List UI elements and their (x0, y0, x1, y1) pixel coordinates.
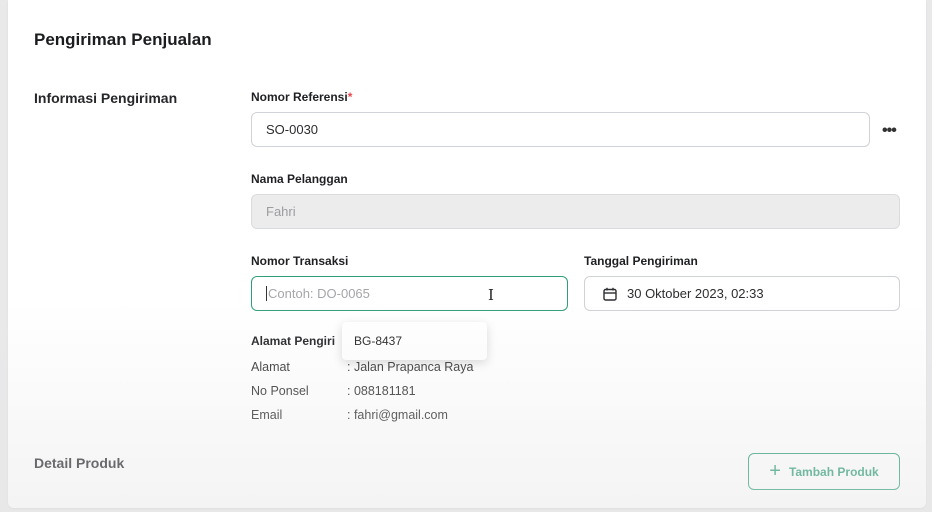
email-row: Email : fahri@gmail.com (251, 408, 448, 422)
text-caret (266, 286, 267, 301)
ship-date-value: 30 Oktober 2023, 02:33 (627, 286, 764, 301)
plus-icon: + (769, 459, 781, 482)
address-value: : Jalan Prapanca Raya (347, 360, 474, 374)
section-shipping-info: Informasi Pengiriman (34, 90, 178, 106)
customer-value: Fahri (266, 204, 296, 219)
phone-value: : 088181181 (347, 384, 416, 398)
reference-label: Nomor Referensi* (251, 90, 353, 104)
calendar-icon (603, 287, 617, 301)
more-horizontal-icon[interactable]: ••• (882, 122, 897, 140)
customer-label: Nama Pelanggan (251, 172, 348, 186)
transaction-input[interactable]: Contoh: DO-0065 (251, 276, 568, 311)
phone-row: No Ponsel : 088181181 (251, 384, 416, 398)
transaction-suggestion-option[interactable]: BG-8437 (342, 322, 487, 360)
address-key: Alamat (251, 360, 290, 374)
transaction-label: Nomor Transaksi (251, 254, 349, 268)
phone-key: No Ponsel (251, 384, 309, 398)
text-cursor-icon: I (488, 286, 494, 304)
add-product-label: Tambah Produk (788, 464, 879, 479)
section-product-detail: Detail Produk (34, 455, 125, 471)
page-title: Pengiriman Penjualan (34, 30, 212, 49)
address-row: Alamat : Jalan Prapanca Raya (251, 360, 473, 374)
ship-date-label: Tanggal Pengiriman (584, 254, 698, 268)
suggestion-label: BG-8437 (354, 334, 403, 348)
add-product-button[interactable]: + Tambah Produk (748, 453, 900, 490)
reference-value: SO-0030 (266, 122, 319, 137)
form-card (8, 0, 926, 508)
reference-input[interactable]: SO-0030 (251, 112, 870, 147)
address-title: Alamat Pengiri (251, 334, 336, 348)
required-mark: * (347, 90, 353, 104)
email-value: : fahri@gmail.com (347, 408, 448, 422)
ship-date-picker[interactable]: 30 Oktober 2023, 02:33 (584, 276, 900, 311)
transaction-placeholder: Contoh: DO-0065 (268, 286, 370, 301)
customer-field: Fahri (251, 194, 900, 229)
email-key: Email (251, 408, 283, 422)
